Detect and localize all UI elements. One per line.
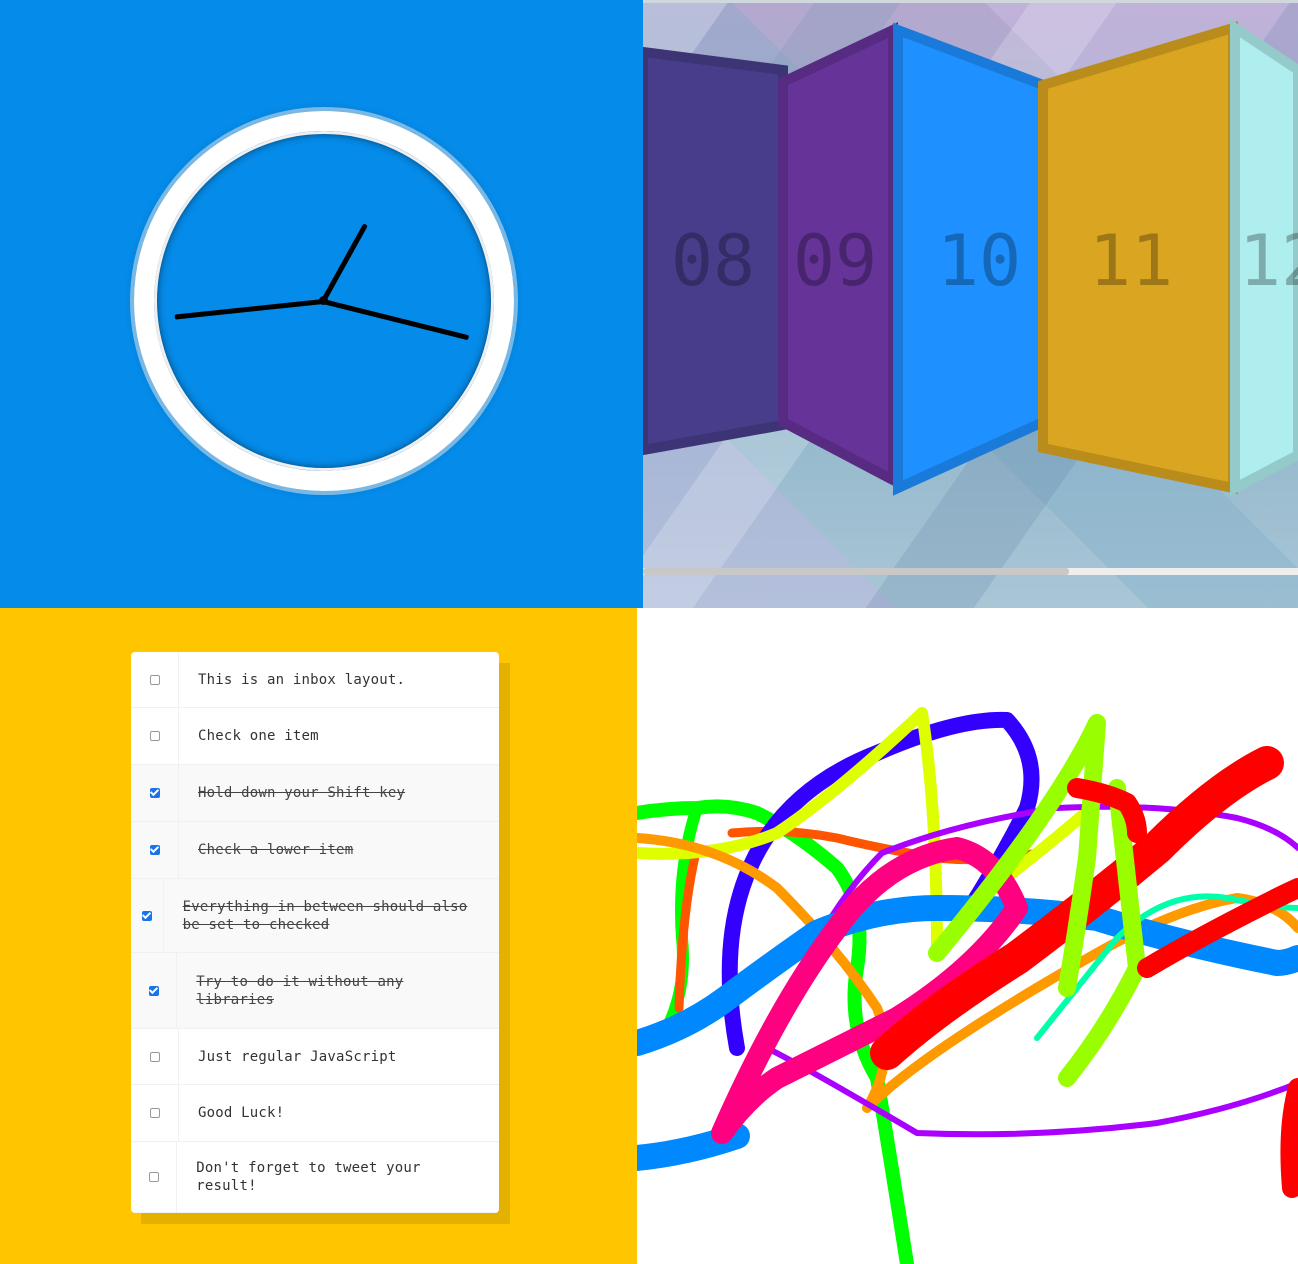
- checkbox-cell[interactable]: [131, 765, 179, 821]
- checkbox-cell[interactable]: [131, 652, 179, 707]
- flex-panel-label-08: 08: [671, 220, 755, 302]
- inbox-item[interactable]: Hold down your Shift key: [131, 765, 499, 822]
- flex-panels-svg: 08 09 10 11 12: [643, 18, 1298, 497]
- drawing-canvas[interactable]: [637, 608, 1298, 1264]
- clock-panel: [0, 0, 643, 608]
- checkbox-cell[interactable]: [131, 879, 164, 952]
- inbox-item[interactable]: Good Luck!: [131, 1085, 499, 1142]
- inbox-item-label: Check a lower item: [198, 842, 354, 858]
- horizontal-scrollbar[interactable]: [643, 568, 1298, 575]
- inbox-item[interactable]: Don't forget to tweet your result!: [131, 1142, 499, 1213]
- clock-center: [319, 296, 328, 305]
- inbox-item-label: Try to do it without any libraries: [196, 973, 404, 1008]
- checkbox-cell[interactable]: [131, 953, 178, 1028]
- inbox-item-label: Just regular JavaScript: [198, 1048, 397, 1065]
- checkbox[interactable]: [149, 1108, 160, 1118]
- checkbox[interactable]: [149, 674, 160, 685]
- checkbox-cell[interactable]: [131, 708, 179, 764]
- inbox-item-label: This is an inbox layout.: [198, 671, 406, 688]
- checkbox[interactable]: [149, 1051, 160, 1062]
- scrollbar-thumb[interactable]: [643, 568, 1069, 575]
- inbox-item-label: Check one item: [198, 728, 319, 744]
- flex-panel-label-10: 10: [937, 220, 1021, 302]
- inbox-item[interactable]: Just regular JavaScript: [131, 1029, 499, 1085]
- flex-panel-label-12: 12: [1239, 220, 1298, 302]
- inbox-item[interactable]: Try to do it without any libraries: [131, 953, 499, 1029]
- checkbox-cell[interactable]: [131, 1142, 178, 1212]
- checkbox-cell[interactable]: [131, 1085, 179, 1141]
- checkbox-cell[interactable]: [131, 1029, 179, 1084]
- inbox-item-label: Good Luck!: [198, 1105, 285, 1121]
- inbox-item-label: Don't forget to tweet your result!: [196, 1160, 421, 1194]
- checkbox[interactable]: [141, 910, 152, 921]
- inbox-item[interactable]: Everything in between should also be set…: [131, 879, 499, 953]
- inbox-list: This is an inbox layout. Check one item Ho…: [131, 652, 499, 1213]
- checkbox[interactable]: [149, 731, 160, 741]
- inbox-panel: This is an inbox layout. Check one item Ho…: [0, 608, 637, 1264]
- checkbox[interactable]: [149, 788, 160, 798]
- inbox-item[interactable]: This is an inbox layout.: [131, 652, 499, 708]
- inbox-item[interactable]: Check a lower item: [131, 822, 499, 879]
- checkbox[interactable]: [148, 1172, 159, 1182]
- checkbox[interactable]: [148, 985, 159, 996]
- flex-panel-label-09: 09: [793, 220, 877, 302]
- inbox-item-label: Hold down your Shift key: [198, 785, 406, 801]
- inbox-item[interactable]: Check one item: [131, 708, 499, 765]
- checkbox[interactable]: [149, 845, 160, 855]
- inbox-item-label: Everything in between should also be set…: [182, 898, 468, 933]
- flex-panel-gallery: 08 09 10 11 12: [643, 0, 1298, 608]
- drawing-strokes: [637, 707, 1298, 1264]
- checkbox-cell[interactable]: [131, 822, 179, 878]
- flex-panel-label-11: 11: [1089, 220, 1173, 302]
